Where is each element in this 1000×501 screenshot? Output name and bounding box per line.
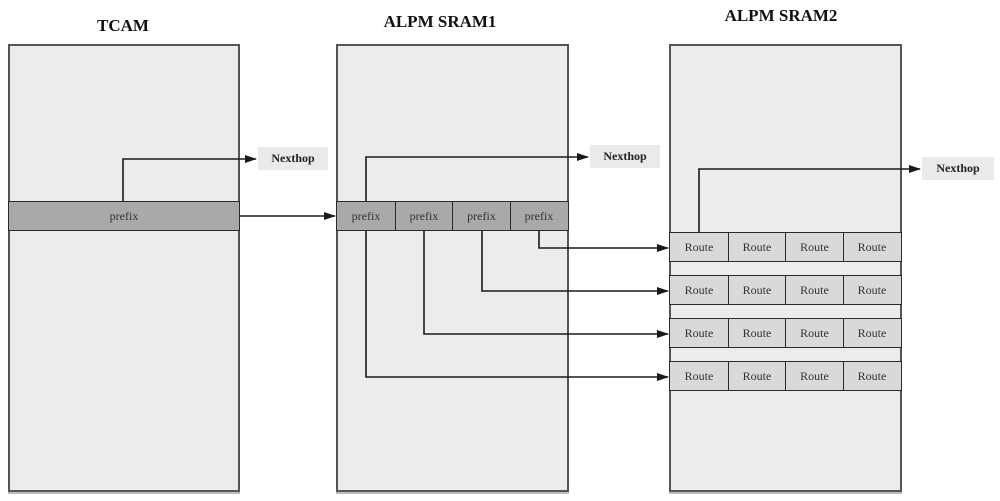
sram2-route-entry[interactable]: Route: [669, 275, 729, 305]
sram1-prefix-entry[interactable]: prefix: [336, 201, 396, 231]
sram2-route-entry[interactable]: Route: [785, 318, 844, 348]
sram1-prefix-entry[interactable]: prefix: [509, 201, 569, 231]
sram2-title: ALPM SRAM2: [724, 6, 838, 25]
sram2-route-entry[interactable]: Route: [727, 318, 787, 348]
sram1-prefix-row: prefix prefix prefix prefix: [336, 201, 569, 231]
tcam-prefix-row: prefix: [8, 201, 240, 231]
sram2-route-entry[interactable]: Route: [727, 232, 787, 262]
sram2-route-entry[interactable]: Route: [785, 232, 844, 262]
sram2-route-entry[interactable]: Route: [669, 318, 729, 348]
sram2-route-row: Route Route Route Route: [669, 232, 902, 262]
tcam-nexthop-label: Nexthop: [258, 147, 328, 170]
sram2-route-entry[interactable]: Route: [727, 275, 787, 305]
sram2-route-entry[interactable]: Route: [669, 232, 729, 262]
sram1-title: ALPM SRAM1: [383, 12, 497, 31]
sram2-route-row: Route Route Route Route: [669, 275, 902, 305]
sram2-route-row: Route Route Route Route: [669, 318, 902, 348]
sram2-route-entry[interactable]: Route: [842, 232, 902, 262]
sram1-nexthop-label: Nexthop: [590, 145, 660, 168]
tcam-block: [8, 44, 240, 492]
sram1-prefix-entry[interactable]: prefix: [394, 201, 454, 231]
sram2-route-entry[interactable]: Route: [842, 361, 902, 391]
sram2-route-entry[interactable]: Route: [785, 275, 844, 305]
sram2-route-entry[interactable]: Route: [785, 361, 844, 391]
sram2-route-row: Route Route Route Route: [669, 361, 902, 391]
tcam-title: TCAM: [97, 16, 149, 35]
sram2-nexthop-label: Nexthop: [922, 157, 994, 180]
sram2-block: [669, 44, 902, 492]
sram1-prefix-entry[interactable]: prefix: [452, 201, 511, 231]
sram2-route-entry[interactable]: Route: [727, 361, 787, 391]
tcam-prefix-entry[interactable]: prefix: [8, 201, 240, 231]
sram2-route-entry[interactable]: Route: [842, 275, 902, 305]
sram1-block: [336, 44, 569, 492]
sram2-route-entry[interactable]: Route: [669, 361, 729, 391]
sram2-route-entry[interactable]: Route: [842, 318, 902, 348]
